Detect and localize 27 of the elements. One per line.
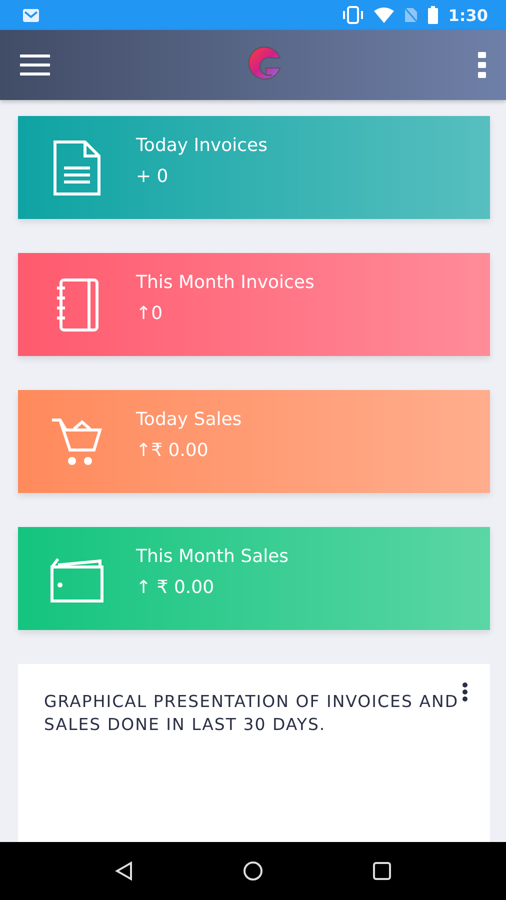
stat-card[interactable]: Today Sales ↑₹ 0.00 [18, 390, 490, 493]
mail-icon [22, 8, 40, 22]
chart-title: GRAPHICAL PRESENTATION OF INVOICES AND SALES DONE IN LAST 30 DAYS. [44, 691, 460, 736]
stat-card[interactable]: Today Invoices + 0 [18, 116, 490, 219]
cart-icon [50, 416, 104, 466]
card-title: Today Invoices [136, 134, 268, 156]
home-icon[interactable] [243, 861, 263, 881]
document-icon [53, 140, 101, 196]
more-options-icon[interactable] [462, 682, 468, 702]
stat-card[interactable]: This Month Sales ↑ ₹ 0.00 [18, 527, 490, 630]
no-sim-icon [404, 7, 418, 23]
back-icon[interactable] [115, 861, 133, 881]
recents-icon[interactable] [373, 862, 391, 880]
notebook-icon [55, 278, 99, 332]
card-title: This Month Sales [136, 546, 289, 566]
card-value: + 0 [136, 166, 170, 186]
vibrate-icon [342, 6, 364, 24]
card-title: Today Sales [136, 408, 242, 430]
card-value: ↑ ₹ 0.00 [136, 576, 216, 598]
card-value: ↑0 [136, 302, 164, 324]
card-title: This Month Invoices [136, 272, 314, 292]
wifi-icon [374, 7, 394, 23]
card-value: ↑₹ 0.00 [136, 440, 210, 460]
battery-icon [428, 6, 438, 24]
stat-card[interactable]: This Month Invoices ↑0 [18, 253, 490, 356]
menu-icon[interactable] [20, 54, 50, 76]
status-time: 1:30 [448, 6, 488, 24]
